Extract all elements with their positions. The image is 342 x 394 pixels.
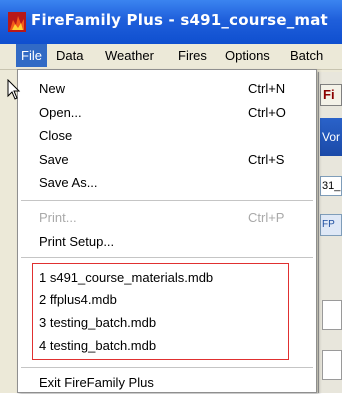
title-bar[interactable]: FireFamily Plus - s491_course_mat <box>0 0 342 44</box>
menu-item-label: Save <box>39 152 69 167</box>
menu-item-save[interactable]: Save Ctrl+S <box>39 149 309 171</box>
shortcut-label: Ctrl+P <box>248 210 285 225</box>
menu-item-save-as[interactable]: Save As... <box>39 172 309 194</box>
menu-item-label: Exit FireFamily Plus <box>39 375 154 390</box>
menu-item-close[interactable]: Close <box>39 125 309 147</box>
menu-separator <box>21 257 313 259</box>
background-box <box>322 350 342 380</box>
recent-file-item[interactable]: 4 testing_batch.mdb <box>39 335 309 357</box>
background-toolbar-button[interactable]: Fi <box>320 84 342 106</box>
menu-options[interactable]: Options <box>220 44 275 67</box>
shortcut-label: Ctrl+S <box>248 152 285 167</box>
menu-item-label: Close <box>39 128 73 143</box>
menu-item-label: Print Setup... <box>39 234 115 249</box>
menu-data[interactable]: Data <box>51 44 88 67</box>
menu-item-print-setup[interactable]: Print Setup... <box>39 231 309 253</box>
shortcut-label: Ctrl+O <box>248 105 286 120</box>
menu-item-print: Print... Ctrl+P <box>39 207 309 229</box>
menu-weather[interactable]: Weather <box>100 44 159 67</box>
background-blue-panel: Vor <box>320 118 342 156</box>
menu-batch[interactable]: Batch <box>285 44 328 67</box>
background-label-field: FP Y <box>320 214 342 236</box>
recent-file-item[interactable]: 3 testing_batch.mdb <box>39 312 309 334</box>
menu-item-label: Save As... <box>39 175 98 190</box>
menu-item-label: Open... <box>39 105 82 120</box>
menu-bar: File Data Weather Fires Options Batch <box>0 44 342 70</box>
window-title: FireFamily Plus - s491_course_mat <box>31 11 328 29</box>
menu-item-new[interactable]: New Ctrl+N <box>39 78 309 100</box>
menu-fires[interactable]: Fires <box>173 44 212 67</box>
menu-item-label: Print... <box>39 210 77 225</box>
menu-separator <box>21 200 313 202</box>
menu-item-label: New <box>39 81 66 96</box>
shortcut-label: Ctrl+N <box>248 81 286 96</box>
recent-file-item[interactable]: 1 s491_course_materials.mdb <box>39 267 309 289</box>
menu-item-exit[interactable]: Exit FireFamily Plus <box>39 372 309 394</box>
background-box <box>322 300 342 330</box>
file-dropdown-menu: New Ctrl+N Open... Ctrl+O Close Save Ctr… <box>17 69 317 393</box>
recent-file-item[interactable]: 2 ffplus4.mdb <box>39 289 309 311</box>
firefamily-app-icon <box>8 12 26 32</box>
menu-item-open[interactable]: Open... Ctrl+O <box>39 102 309 124</box>
background-text-field[interactable]: 31_ <box>320 176 342 196</box>
menu-file[interactable]: File <box>16 44 47 67</box>
mouse-cursor-icon <box>7 79 21 100</box>
menu-separator <box>21 367 313 369</box>
